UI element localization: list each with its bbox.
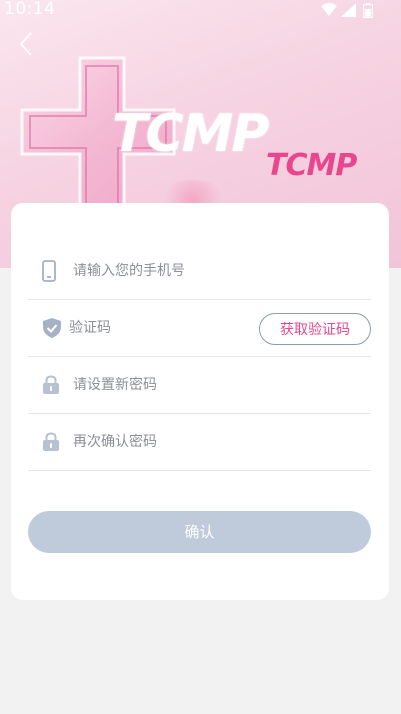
status-bar: 10:14: [0, 0, 401, 22]
back-arrow-icon[interactable]: [14, 30, 40, 58]
lock-icon: [42, 414, 60, 470]
reset-password-form: 请输入您的手机号 验证码 获取验证码 请设置新密码 再次确认密码 确认: [11, 203, 389, 600]
verification-code-field[interactable]: 验证码 获取验证码: [28, 300, 371, 357]
confirm-button[interactable]: 确认: [28, 511, 371, 553]
shield-check-icon: [42, 300, 62, 356]
verification-code-input[interactable]: 验证码: [69, 300, 111, 356]
phone-input[interactable]: 请输入您的手机号: [73, 243, 185, 299]
logo-primary: TCMP: [112, 104, 269, 164]
get-code-button[interactable]: 获取验证码: [259, 313, 371, 345]
lock-icon: [42, 357, 60, 413]
status-time: 10:14: [4, 0, 56, 19]
confirm-password-input[interactable]: 再次确认密码: [73, 414, 157, 470]
new-password-input[interactable]: 请设置新密码: [73, 357, 157, 413]
battery-icon: [363, 3, 373, 18]
phone-icon: [42, 243, 56, 299]
confirm-password-field[interactable]: 再次确认密码: [28, 414, 371, 471]
phone-field[interactable]: 请输入您的手机号: [28, 243, 371, 300]
logo-secondary: TCMP: [266, 148, 357, 183]
wifi-icon: [321, 3, 337, 16]
signal-icon: [341, 3, 356, 17]
new-password-field[interactable]: 请设置新密码: [28, 357, 371, 414]
